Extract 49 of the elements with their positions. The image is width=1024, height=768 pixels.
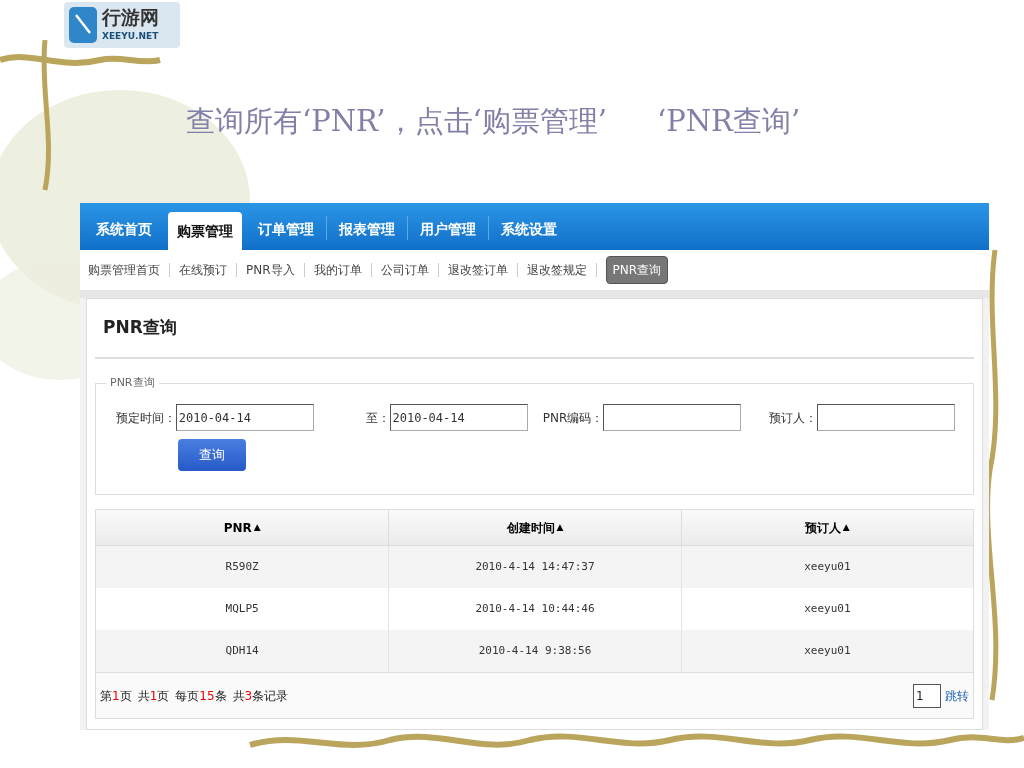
subnav-link[interactable]: 在线预订 (179, 261, 227, 279)
pager-text: 每页15条 (175, 687, 227, 705)
pager-text: 共3条记录 (232, 687, 289, 705)
slide-title: ‘PNR查询’ (657, 103, 801, 140)
subnav-link[interactable]: 退改签规定 (526, 261, 587, 279)
nav-tab[interactable]: 系统首页 (84, 210, 164, 248)
nav-tab[interactable]: 购票管理 (168, 212, 242, 250)
table-cell-text: 2010-4-14 9:38:56 (478, 642, 592, 659)
input-field[interactable] (817, 404, 955, 431)
column-header[interactable]: 预订人 (804, 518, 841, 537)
table-cell-text: R590Z (225, 558, 259, 575)
subnav-link[interactable]: PNR查询 (605, 256, 669, 284)
slide-title: 查询所有‘PNR’，点击‘购票管理’ (186, 103, 607, 140)
input-field[interactable]: 2010-04-14 (175, 404, 314, 431)
subnav-link[interactable]: 我的订单 (313, 261, 362, 279)
subnav-link[interactable]: 退改签订单 (447, 261, 508, 279)
field-label: 预订人： (769, 409, 817, 427)
nav-tab[interactable]: 系统设置 (489, 210, 569, 248)
nav-tab[interactable]: 订单管理 (246, 210, 326, 248)
logo-domain: XEEYU.NET (102, 30, 159, 44)
subnav-link[interactable]: 购票管理首页 (88, 261, 160, 279)
column-header[interactable]: PNR (223, 518, 252, 537)
table-cell-text: xeeyu01 (804, 642, 851, 659)
table-cell-text: MQLP5 (225, 600, 259, 617)
sort-icon[interactable]: ▲ (842, 520, 850, 535)
search-button[interactable]: 查询 (178, 439, 246, 471)
table-cell-text: xeeyu01 (804, 600, 851, 617)
field-label: PNR编码： (542, 409, 604, 427)
table-cell-text: xeeyu01 (804, 558, 851, 575)
field-label: 至： (365, 409, 390, 427)
nav-tab[interactable]: 报表管理 (327, 210, 407, 248)
sort-icon[interactable]: ▲ (556, 520, 564, 535)
page-input[interactable]: 1 (913, 683, 941, 708)
column-header[interactable]: 创建时间 (506, 518, 555, 537)
input-field[interactable]: 2010-04-14 (389, 404, 528, 431)
logo-name: 行游网 (102, 6, 159, 31)
subnav-link[interactable]: PNR导入 (246, 261, 295, 279)
jump-link[interactable]: 跳转 (945, 686, 969, 705)
sort-icon[interactable]: ▲ (253, 520, 261, 535)
panel-title: PNR查询 (95, 299, 974, 359)
pager-text: 共1页 (137, 687, 170, 705)
nav-tab[interactable]: 用户管理 (408, 210, 488, 248)
pager-text: 第1页 (100, 687, 132, 705)
table-cell-text: QDH14 (225, 642, 259, 659)
field-label: 预定时间： (115, 409, 176, 427)
subnav-link[interactable]: 公司订单 (380, 261, 429, 279)
table-cell-text: 2010-4-14 10:44:46 (475, 600, 595, 617)
input-field[interactable] (603, 404, 742, 431)
table-cell-text: 2010-4-14 14:47:37 (475, 558, 595, 575)
